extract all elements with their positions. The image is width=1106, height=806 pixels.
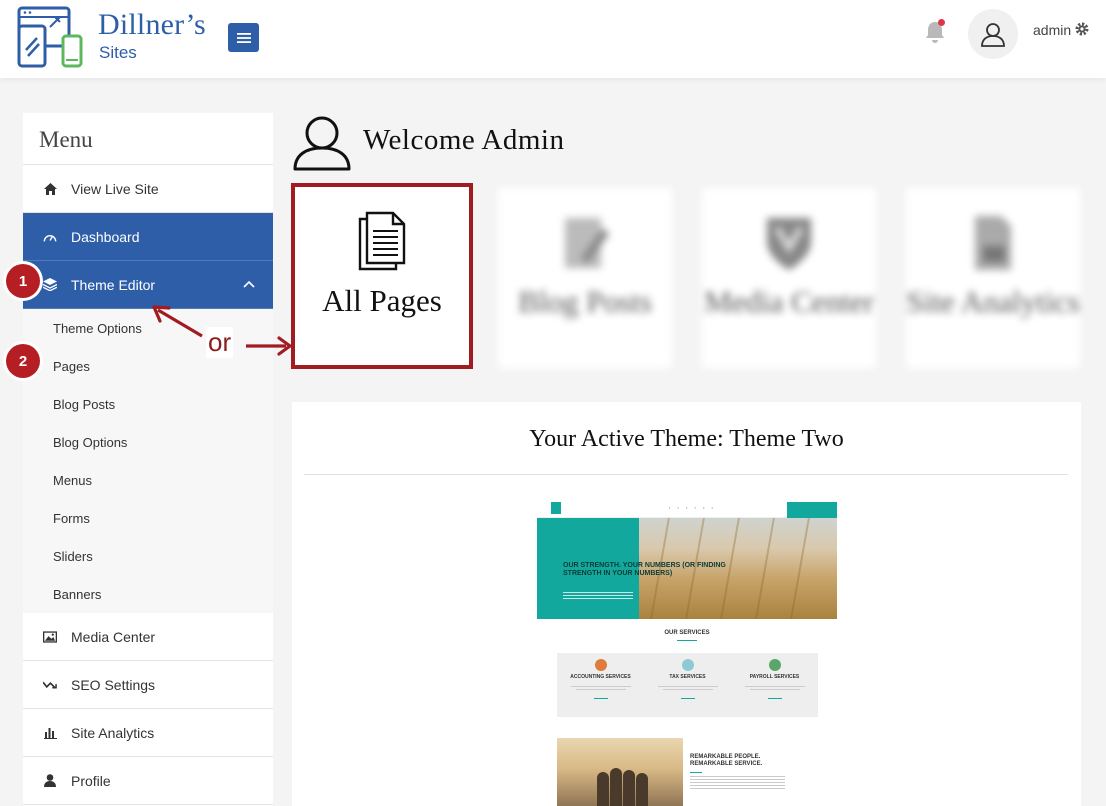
preview-hero-heading: OUR STRENGTH. YOUR NUMBERS (OR FINDING S…	[563, 562, 726, 577]
edit-icon	[565, 218, 609, 268]
preview-people-image	[557, 738, 683, 806]
submenu-item-forms[interactable]: Forms	[23, 499, 273, 537]
sidebar-title: Menu	[23, 113, 273, 165]
preview-hero: OUR STRENGTH. YOUR NUMBERS (OR FINDING S…	[537, 518, 837, 619]
preview-service-title: TAX SERVICES	[669, 674, 706, 680]
active-theme-title: Your Active Theme: Theme Two	[529, 426, 844, 452]
shield-icon	[767, 218, 811, 270]
sidebar-item-site-analytics[interactable]: Site Analytics	[23, 709, 273, 757]
bar-chart-icon	[43, 726, 57, 740]
sidebar-item-media-center[interactable]: Media Center	[23, 613, 273, 661]
sidebar-item-label: Dashboard	[71, 228, 140, 245]
submenu-item-menus[interactable]: Menus	[23, 461, 273, 499]
preview-hero-text	[563, 592, 633, 604]
user-icon	[981, 23, 1005, 47]
site-analytics-card[interactable]: Site Analytics	[906, 188, 1080, 368]
admin-username[interactable]: admin	[1033, 22, 1071, 38]
preview-cta	[787, 502, 837, 518]
preview-remarkable-text	[690, 776, 785, 791]
sidebar-item-label: SEO Settings	[71, 676, 156, 693]
step-marker-1: 1	[6, 264, 40, 298]
submenu-item-sliders[interactable]: Sliders	[23, 537, 273, 575]
sidebar-item-label: View Live Site	[71, 180, 159, 197]
or-annotation: or	[206, 327, 234, 358]
preview-service-title: PAYROLL SERVICES	[749, 674, 800, 680]
blog-posts-card[interactable]: Blog Posts	[498, 188, 672, 368]
preview-service-title: ACCOUNTING SERVICES	[570, 674, 631, 680]
divider	[304, 474, 1068, 475]
brand-name[interactable]: Dillner’s	[98, 8, 206, 42]
card-label: Site Analytics	[906, 284, 1080, 319]
user-icon	[43, 774, 57, 788]
top-bar: Dillner’s Sites admin	[0, 0, 1106, 78]
card-label: Media Center	[704, 284, 874, 319]
preview-services: ACCOUNTING SERVICES TAX SERVICES PAYROLL…	[557, 653, 818, 717]
card-label: Blog Posts	[518, 284, 652, 319]
logo-icon[interactable]	[17, 6, 85, 70]
sidebar-item-label: Profile	[71, 772, 111, 789]
sidebar: Menu View Live Site Dashboard Theme Edit…	[23, 113, 273, 806]
avatar[interactable]	[968, 9, 1018, 59]
preview-nav: ▪ ▪ ▪ ▪ ▪ ▪	[669, 505, 714, 510]
sidebar-item-dashboard[interactable]: Dashboard	[23, 213, 273, 261]
sidebar-item-view-live-site[interactable]: View Live Site	[23, 165, 273, 213]
preview-service: ACCOUNTING SERVICES	[557, 653, 644, 717]
user-outline-icon	[293, 116, 351, 171]
card-label: All Pages	[322, 283, 442, 318]
theme-preview-thumbnail[interactable]: ▪ ▪ ▪ ▪ ▪ ▪ OUR STRENGTH. YOUR NUMBERS (…	[537, 496, 837, 806]
preview-services-title: OUR SERVICES	[664, 630, 710, 636]
image-icon	[43, 630, 57, 644]
step-marker-2: 2	[6, 344, 40, 378]
dashboard-icon	[43, 230, 57, 244]
sidebar-item-seo-settings[interactable]: SEO Settings	[23, 661, 273, 709]
preview-service: TAX SERVICES	[644, 653, 731, 717]
pages-icon	[358, 211, 406, 271]
document-chart-icon	[975, 216, 1011, 270]
media-center-card[interactable]: Media Center	[702, 188, 876, 368]
preview-logo	[551, 502, 561, 514]
brand-subtitle: Sites	[99, 43, 137, 62]
notification-dot	[938, 19, 945, 26]
gear-icon[interactable]	[1075, 22, 1089, 36]
chart-line-icon	[43, 678, 57, 692]
preview-remarkable-title: REMARKABLE PEOPLE. REMARKABLE SERVICE.	[690, 754, 763, 767]
submenu-item-blog-posts[interactable]: Blog Posts	[23, 385, 273, 423]
home-icon	[43, 182, 57, 196]
active-theme-panel: Your Active Theme: Theme Two ▪ ▪ ▪ ▪ ▪ ▪…	[292, 402, 1081, 806]
preview-service: PAYROLL SERVICES	[731, 653, 818, 717]
sidebar-item-label: Media Center	[71, 628, 156, 645]
submenu-item-banners[interactable]: Banners	[23, 575, 273, 613]
menu-toggle-button[interactable]	[228, 23, 259, 52]
sidebar-item-label: Site Analytics	[71, 724, 155, 741]
welcome-heading: Welcome Admin	[363, 124, 565, 156]
preview-header: ▪ ▪ ▪ ▪ ▪ ▪	[537, 496, 837, 518]
submenu-item-blog-options[interactable]: Blog Options	[23, 423, 273, 461]
sidebar-item-profile[interactable]: Profile	[23, 757, 273, 805]
chevron-up-icon	[243, 280, 255, 288]
all-pages-card[interactable]: All Pages	[291, 183, 473, 369]
layers-icon	[43, 278, 57, 292]
hamburger-icon	[236, 32, 251, 43]
